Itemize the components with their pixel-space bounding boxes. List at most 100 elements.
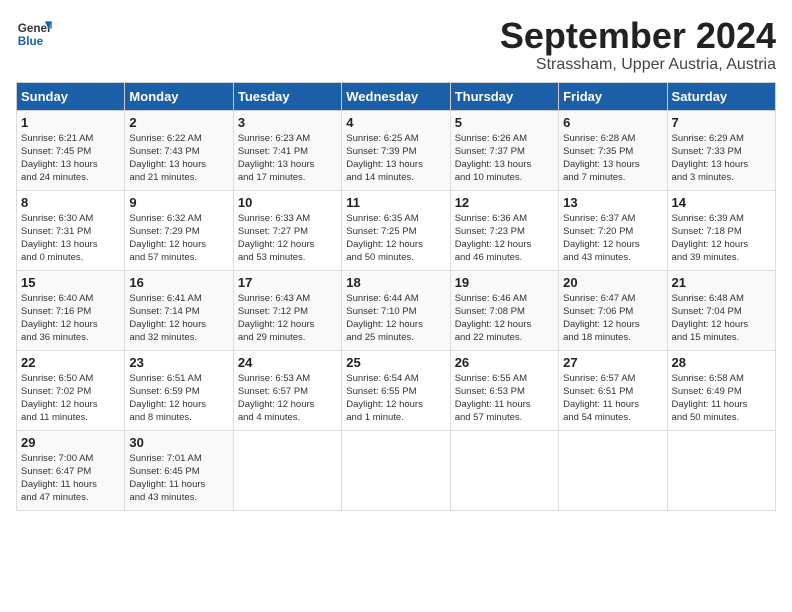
calendar-cell: 27 Sunrise: 6:57 AMSunset: 6:51 PMDayligh… [559, 350, 667, 430]
day-info: Sunrise: 6:22 AMSunset: 7:43 PMDaylight:… [129, 132, 228, 185]
calendar-cell: 16 Sunrise: 6:41 AMSunset: 7:14 PMDayligh… [125, 270, 233, 350]
calendar-cell: 17 Sunrise: 6:43 AMSunset: 7:12 PMDayligh… [233, 270, 341, 350]
calendar-cell: 2 Sunrise: 6:22 AMSunset: 7:43 PMDaylight… [125, 110, 233, 190]
calendar-week-2: 8 Sunrise: 6:30 AMSunset: 7:31 PMDaylight… [17, 190, 776, 270]
day-number: 11 [346, 195, 445, 210]
day-info: Sunrise: 7:00 AMSunset: 6:47 PMDaylight:… [21, 452, 120, 505]
day-info: Sunrise: 6:36 AMSunset: 7:23 PMDaylight:… [455, 212, 554, 265]
calendar-cell: 5Sunrise: 6:26 AMSunset: 7:37 PMDaylight… [450, 110, 558, 190]
header-day-tuesday: Tuesday [233, 82, 341, 110]
day-info: Sunrise: 6:53 AMSunset: 6:57 PMDaylight:… [238, 372, 337, 425]
location-title: Strassham, Upper Austria, Austria [500, 56, 776, 74]
day-number: 2 [129, 115, 228, 130]
calendar-week-5: 29 Sunrise: 7:00 AMSunset: 6:47 PMDayligh… [17, 430, 776, 510]
header-day-friday: Friday [559, 82, 667, 110]
calendar-cell: 4Sunrise: 6:25 AMSunset: 7:39 PMDaylight… [342, 110, 450, 190]
calendar-cell: 18 Sunrise: 6:44 AMSunset: 7:10 PMDayligh… [342, 270, 450, 350]
calendar-cell [233, 430, 341, 510]
header-day-saturday: Saturday [667, 82, 775, 110]
day-number: 6 [563, 115, 662, 130]
calendar-cell: 30 Sunrise: 7:01 AMSunset: 6:45 PMDayligh… [125, 430, 233, 510]
calendar-week-4: 22Sunrise: 6:50 AMSunset: 7:02 PMDayligh… [17, 350, 776, 430]
day-info: Sunrise: 6:29 AMSunset: 7:33 PMDaylight:… [672, 132, 771, 185]
calendar-cell: 21Sunrise: 6:48 AMSunset: 7:04 PMDayligh… [667, 270, 775, 350]
day-info: Sunrise: 6:51 AMSunset: 6:59 PMDaylight:… [129, 372, 228, 425]
day-number: 27 [563, 355, 662, 370]
header-day-sunday: Sunday [17, 82, 125, 110]
calendar-cell: 8 Sunrise: 6:30 AMSunset: 7:31 PMDaylight… [17, 190, 125, 270]
calendar-cell: 7 Sunrise: 6:29 AMSunset: 7:33 PMDaylight… [667, 110, 775, 190]
day-number: 24 [238, 355, 337, 370]
day-info: Sunrise: 6:54 AMSunset: 6:55 PMDaylight:… [346, 372, 445, 425]
day-number: 28 [672, 355, 771, 370]
day-number: 14 [672, 195, 771, 210]
day-number: 5 [455, 115, 554, 130]
day-number: 18 [346, 275, 445, 290]
day-info: Sunrise: 6:43 AMSunset: 7:12 PMDaylight:… [238, 292, 337, 345]
calendar-cell: 6 Sunrise: 6:28 AMSunset: 7:35 PMDaylight… [559, 110, 667, 190]
day-info: Sunrise: 7:01 AMSunset: 6:45 PMDaylight:… [129, 452, 228, 505]
day-info: Sunrise: 6:41 AMSunset: 7:14 PMDaylight:… [129, 292, 228, 345]
day-info: Sunrise: 6:21 AMSunset: 7:45 PMDaylight:… [21, 132, 120, 185]
day-info: Sunrise: 6:23 AMSunset: 7:41 PMDaylight:… [238, 132, 337, 185]
day-number: 12 [455, 195, 554, 210]
calendar-cell: 14 Sunrise: 6:39 AMSunset: 7:18 PMDayligh… [667, 190, 775, 270]
day-info: Sunrise: 6:48 AMSunset: 7:04 PMDaylight:… [672, 292, 771, 345]
calendar-week-3: 15 Sunrise: 6:40 AMSunset: 7:16 PMDayligh… [17, 270, 776, 350]
day-info: Sunrise: 6:39 AMSunset: 7:18 PMDaylight:… [672, 212, 771, 265]
day-info: Sunrise: 6:37 AMSunset: 7:20 PMDaylight:… [563, 212, 662, 265]
day-number: 7 [672, 115, 771, 130]
day-number: 9 [129, 195, 228, 210]
month-title: September 2024 [500, 16, 776, 56]
calendar-cell: 3 Sunrise: 6:23 AMSunset: 7:41 PMDaylight… [233, 110, 341, 190]
header-day-wednesday: Wednesday [342, 82, 450, 110]
day-number: 25 [346, 355, 445, 370]
calendar-cell: 1Sunrise: 6:21 AMSunset: 7:45 PMDaylight… [17, 110, 125, 190]
calendar-cell [667, 430, 775, 510]
day-info: Sunrise: 6:35 AMSunset: 7:25 PMDaylight:… [346, 212, 445, 265]
header-day-thursday: Thursday [450, 82, 558, 110]
day-number: 30 [129, 435, 228, 450]
calendar-cell [450, 430, 558, 510]
day-info: Sunrise: 6:57 AMSunset: 6:51 PMDaylight:… [563, 372, 662, 425]
day-info: Sunrise: 6:28 AMSunset: 7:35 PMDaylight:… [563, 132, 662, 185]
day-info: Sunrise: 6:44 AMSunset: 7:10 PMDaylight:… [346, 292, 445, 345]
calendar-body: 1Sunrise: 6:21 AMSunset: 7:45 PMDaylight… [17, 110, 776, 510]
title-area: September 2024 Strassham, Upper Austria,… [500, 16, 776, 74]
day-info: Sunrise: 6:40 AMSunset: 7:16 PMDaylight:… [21, 292, 120, 345]
calendar-week-1: 1Sunrise: 6:21 AMSunset: 7:45 PMDaylight… [17, 110, 776, 190]
day-number: 16 [129, 275, 228, 290]
day-number: 4 [346, 115, 445, 130]
day-number: 10 [238, 195, 337, 210]
calendar-cell [559, 430, 667, 510]
header: General Blue September 2024 Strassham, U… [16, 16, 776, 74]
calendar-cell: 24 Sunrise: 6:53 AMSunset: 6:57 PMDayligh… [233, 350, 341, 430]
calendar-cell: 11 Sunrise: 6:35 AMSunset: 7:25 PMDayligh… [342, 190, 450, 270]
day-number: 15 [21, 275, 120, 290]
day-info: Sunrise: 6:50 AMSunset: 7:02 PMDaylight:… [21, 372, 120, 425]
day-info: Sunrise: 6:46 AMSunset: 7:08 PMDaylight:… [455, 292, 554, 345]
day-number: 23 [129, 355, 228, 370]
day-number: 19 [455, 275, 554, 290]
day-info: Sunrise: 6:33 AMSunset: 7:27 PMDaylight:… [238, 212, 337, 265]
calendar-header-row: SundayMondayTuesdayWednesdayThursdayFrid… [17, 82, 776, 110]
logo-icon: General Blue [16, 16, 52, 52]
calendar-table: SundayMondayTuesdayWednesdayThursdayFrid… [16, 82, 776, 511]
svg-text:Blue: Blue [18, 35, 44, 48]
day-number: 29 [21, 435, 120, 450]
day-info: Sunrise: 6:55 AMSunset: 6:53 PMDaylight:… [455, 372, 554, 425]
calendar-cell: 9 Sunrise: 6:32 AMSunset: 7:29 PMDaylight… [125, 190, 233, 270]
day-info: Sunrise: 6:58 AMSunset: 6:49 PMDaylight:… [672, 372, 771, 425]
day-number: 13 [563, 195, 662, 210]
calendar-cell: 15 Sunrise: 6:40 AMSunset: 7:16 PMDayligh… [17, 270, 125, 350]
day-number: 17 [238, 275, 337, 290]
calendar-cell: 12 Sunrise: 6:36 AMSunset: 7:23 PMDayligh… [450, 190, 558, 270]
logo: General Blue [16, 16, 52, 52]
day-info: Sunrise: 6:32 AMSunset: 7:29 PMDaylight:… [129, 212, 228, 265]
day-info: Sunrise: 6:30 AMSunset: 7:31 PMDaylight:… [21, 212, 120, 265]
calendar-cell: 13 Sunrise: 6:37 AMSunset: 7:20 PMDayligh… [559, 190, 667, 270]
header-day-monday: Monday [125, 82, 233, 110]
day-number: 8 [21, 195, 120, 210]
calendar-cell: 28 Sunrise: 6:58 AMSunset: 6:49 PMDayligh… [667, 350, 775, 430]
day-number: 3 [238, 115, 337, 130]
